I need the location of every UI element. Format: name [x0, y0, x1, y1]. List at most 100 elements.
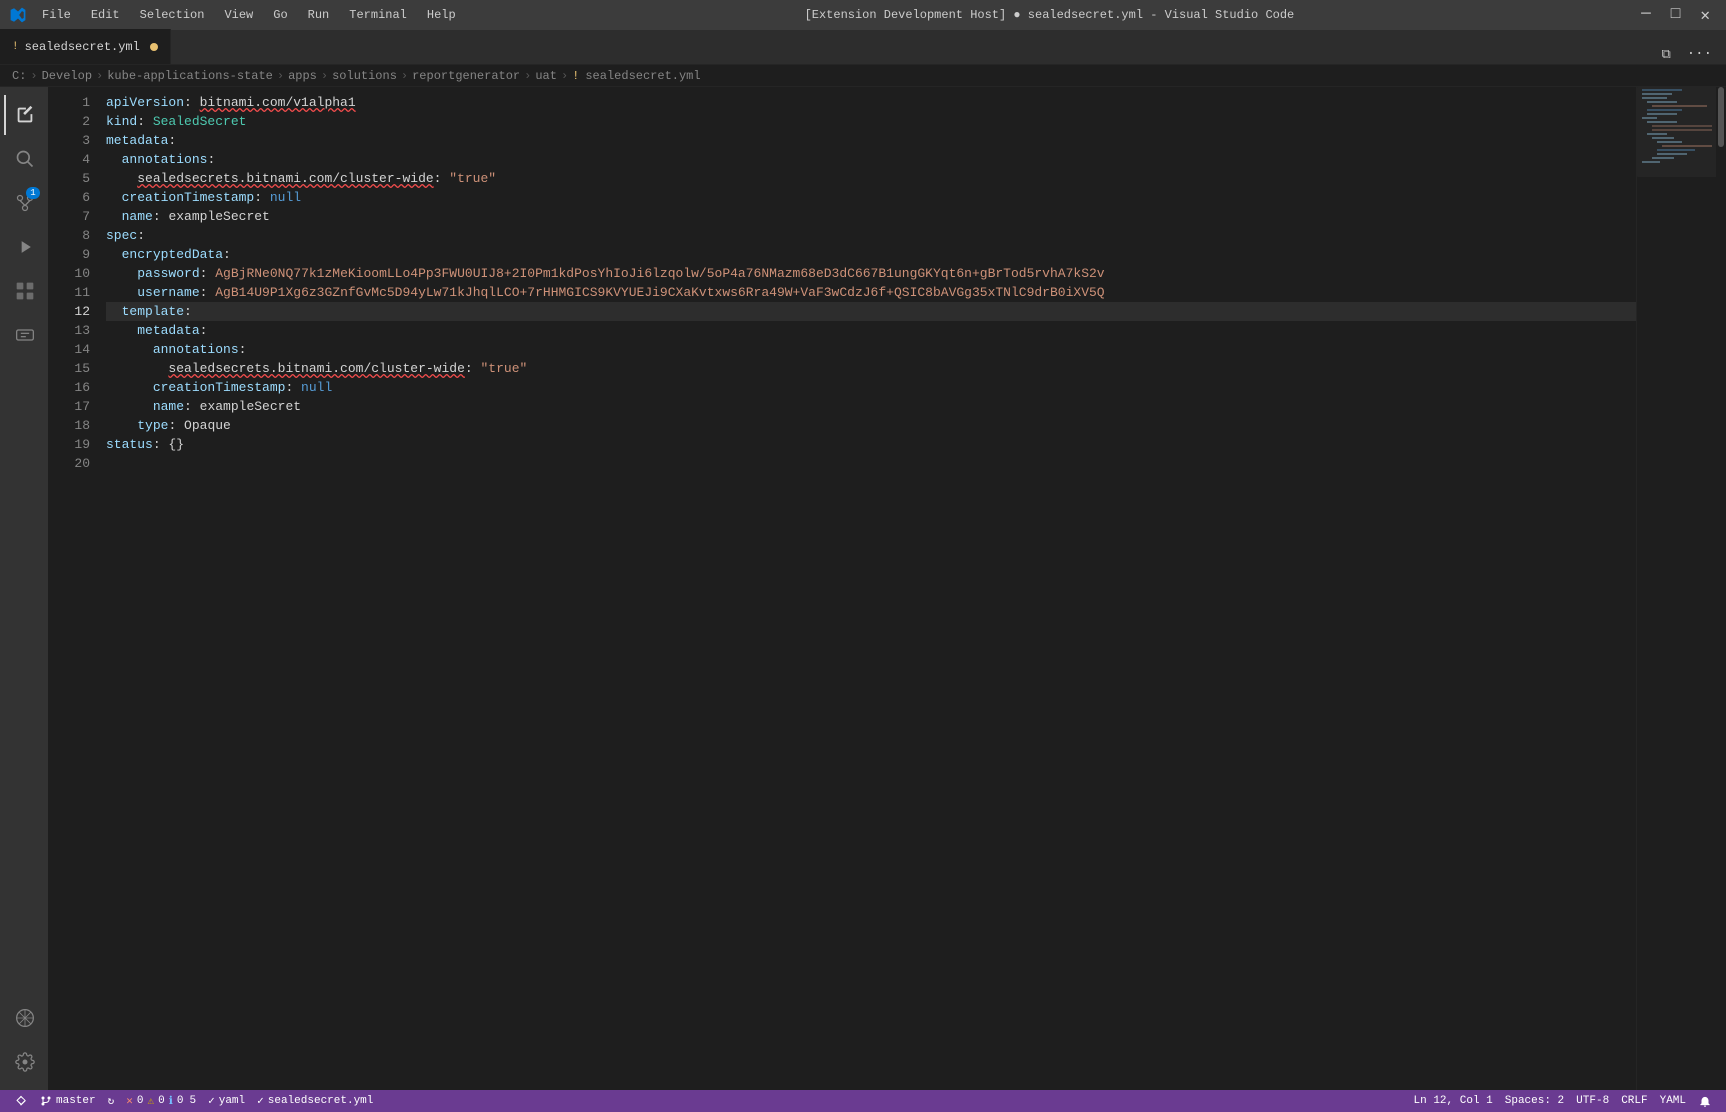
status-spaces[interactable]: Spaces: 2	[1499, 1090, 1570, 1112]
activity-extensions[interactable]	[4, 271, 44, 311]
code-line-3: metadata:	[106, 131, 1636, 150]
line-num-6: 6	[48, 188, 90, 207]
activity-bar-bottom	[4, 998, 44, 1082]
breadcrumb-part-develop[interactable]: Develop	[42, 69, 92, 83]
activity-explorer[interactable]	[4, 95, 44, 135]
code-line-8: spec:	[106, 226, 1636, 245]
line-num-3: 3	[48, 131, 90, 150]
code-line-2: kind: SealedSecret	[106, 112, 1636, 131]
warning-icon: ⚠	[147, 1094, 154, 1108]
code-line-6: creationTimestamp: null	[106, 188, 1636, 207]
status-notifications[interactable]	[1692, 1090, 1718, 1112]
status-schema-name: sealedsecret.yml	[268, 1095, 374, 1107]
line-num-17: 17	[48, 397, 90, 416]
tab-filename: sealedsecret.yml	[25, 40, 140, 54]
breadcrumb-part-c[interactable]: C:	[12, 69, 26, 83]
status-position[interactable]: Ln 12, Col 1	[1408, 1090, 1499, 1112]
checkmark-icon: ✓	[208, 1094, 215, 1108]
line-num-2: 2	[48, 112, 90, 131]
activity-run-debug[interactable]	[4, 227, 44, 267]
breadcrumb-part-kube[interactable]: kube-applications-state	[107, 69, 273, 83]
menu-edit[interactable]: Edit	[83, 6, 128, 24]
menu-selection[interactable]: Selection	[132, 6, 213, 24]
status-encoding[interactable]: UTF-8	[1570, 1090, 1615, 1112]
scrollbar-right[interactable]	[1716, 87, 1726, 1090]
menu-help[interactable]: Help	[419, 6, 464, 24]
line-num-12: 12	[48, 302, 90, 321]
status-sync-icon: ↻	[108, 1094, 115, 1108]
menu-file[interactable]: File	[34, 6, 79, 24]
code-line-18: type: Opaque	[106, 416, 1636, 435]
line-num-16: 16	[48, 378, 90, 397]
status-position-text: Ln 12, Col 1	[1414, 1095, 1493, 1107]
activity-search[interactable]	[4, 139, 44, 179]
more-actions-button[interactable]: ···	[1681, 44, 1718, 64]
menu-go[interactable]: Go	[265, 6, 295, 24]
breadcrumb-part-solutions[interactable]: solutions	[332, 69, 397, 83]
code-line-4: annotations:	[106, 150, 1636, 169]
breadcrumb-sep-4: ›	[321, 69, 328, 83]
line-num-20: 20	[48, 454, 90, 473]
source-control-badge: 1	[26, 187, 40, 199]
breadcrumb-part-uat[interactable]: uat	[535, 69, 557, 83]
breadcrumb-warning-icon: !	[572, 69, 579, 83]
menu-run[interactable]: Run	[300, 6, 338, 24]
code-editor[interactable]: 1 2 3 4 5 6 7 8 9 10 11 12 13 14 15 16 1…	[48, 87, 1726, 1090]
code-line-20	[106, 454, 1636, 473]
info-icon: ℹ	[169, 1094, 173, 1108]
status-sync[interactable]: ↻	[102, 1090, 121, 1112]
close-button[interactable]: ✕	[1694, 5, 1716, 25]
maximize-button[interactable]: □	[1665, 5, 1687, 25]
status-yaml-check[interactable]: ✓ yaml	[202, 1090, 251, 1112]
line-num-7: 7	[48, 207, 90, 226]
code-line-11: username: AgB14U9P1Xg6z3GZnfGvMc5D94yLw7…	[106, 283, 1636, 302]
line-num-10: 10	[48, 264, 90, 283]
breadcrumb-sep-1: ›	[30, 69, 37, 83]
activity-kubernetes[interactable]	[4, 998, 44, 1038]
menu-view[interactable]: View	[216, 6, 261, 24]
minimize-button[interactable]: ─	[1635, 5, 1657, 25]
activity-settings[interactable]	[4, 1042, 44, 1082]
split-editor-button[interactable]: ⧉	[1655, 45, 1676, 64]
line-num-5: 5	[48, 169, 90, 188]
code-line-17: name: exampleSecret	[106, 397, 1636, 416]
code-line-5: sealedsecrets.bitnami.com/cluster-wide: …	[106, 169, 1636, 188]
status-branch-name: master	[56, 1095, 96, 1107]
title-bar: File Edit Selection View Go Run Terminal…	[0, 0, 1726, 30]
error-icon: ✕	[126, 1094, 133, 1108]
status-errors[interactable]: ✕ 0 ⚠ 0 ℹ 0 5	[120, 1090, 202, 1112]
title-bar-menu: File Edit Selection View Go Run Terminal…	[34, 6, 464, 24]
status-remote-icon[interactable]	[8, 1090, 34, 1112]
status-branch[interactable]: master	[34, 1090, 102, 1112]
code-line-13: metadata:	[106, 321, 1636, 340]
code-line-14: annotations:	[106, 340, 1636, 359]
code-line-16: creationTimestamp: null	[106, 378, 1636, 397]
status-schema[interactable]: ✓ sealedsecret.yml	[251, 1090, 379, 1112]
activity-bar: 1	[0, 87, 48, 1090]
line-numbers: 1 2 3 4 5 6 7 8 9 10 11 12 13 14 15 16 1…	[48, 87, 98, 1090]
checkmark-schema-icon: ✓	[257, 1094, 264, 1108]
menu-terminal[interactable]: Terminal	[341, 6, 415, 24]
line-num-13: 13	[48, 321, 90, 340]
title-bar-left: File Edit Selection View Go Run Terminal…	[10, 6, 464, 24]
status-line-ending[interactable]: CRLF	[1615, 1090, 1653, 1112]
breadcrumb-part-apps[interactable]: apps	[288, 69, 317, 83]
activity-source-control[interactable]: 1	[4, 183, 44, 223]
breadcrumb-part-filename[interactable]: sealedsecret.yml	[585, 69, 700, 83]
editor-area: 1 2 3 4 5 6 7 8 9 10 11 12 13 14 15 16 1…	[48, 87, 1726, 1090]
minimap-svg	[1637, 87, 1716, 1090]
status-encoding-text: UTF-8	[1576, 1095, 1609, 1107]
main-layout: 1	[0, 87, 1726, 1090]
editor-tab-sealedsecret[interactable]: ! sealedsecret.yml	[0, 29, 171, 64]
status-warning-count: 0	[158, 1095, 165, 1107]
activity-remote-explorer[interactable]	[4, 315, 44, 355]
line-num-1: 1	[48, 93, 90, 112]
status-language[interactable]: YAML	[1654, 1090, 1692, 1112]
tab-modified-dot	[150, 43, 158, 51]
tab-warning-icon: !	[12, 41, 19, 53]
breadcrumb-part-reportgenerator[interactable]: reportgenerator	[412, 69, 520, 83]
line-num-18: 18	[48, 416, 90, 435]
code-line-1: apiVersion: bitnami.com/v1alpha1	[106, 93, 1636, 112]
status-info-count: 0	[177, 1095, 184, 1107]
line-num-14: 14	[48, 340, 90, 359]
